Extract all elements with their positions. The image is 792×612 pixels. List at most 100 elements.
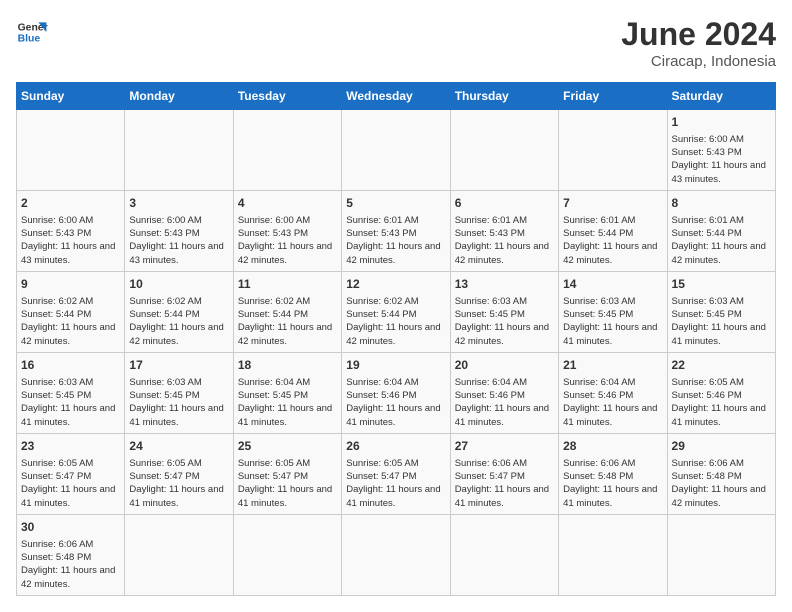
day-info: Sunrise: 6:04 AMSunset: 5:45 PMDaylight:… — [238, 376, 337, 429]
weekday-header: Tuesday — [233, 83, 341, 110]
day-info: Sunrise: 6:00 AMSunset: 5:43 PMDaylight:… — [21, 214, 120, 267]
day-number: 28 — [563, 438, 662, 455]
day-info: Sunrise: 6:05 AMSunset: 5:46 PMDaylight:… — [672, 376, 771, 429]
calendar-cell — [559, 110, 667, 191]
calendar-cell — [17, 110, 125, 191]
day-number: 14 — [563, 276, 662, 293]
day-info: Sunrise: 6:05 AMSunset: 5:47 PMDaylight:… — [238, 457, 337, 510]
calendar-week-row: 23 Sunrise: 6:05 AMSunset: 5:47 PMDayligh… — [17, 433, 776, 514]
day-number: 17 — [129, 357, 228, 374]
calendar-cell: 23 Sunrise: 6:05 AMSunset: 5:47 PMDayligh… — [17, 433, 125, 514]
calendar-cell: 5 Sunrise: 6:01 AMSunset: 5:43 PMDaylight… — [342, 190, 450, 271]
day-info: Sunrise: 6:02 AMSunset: 5:44 PMDaylight:… — [129, 295, 228, 348]
calendar-cell: 18 Sunrise: 6:04 AMSunset: 5:45 PMDayligh… — [233, 352, 341, 433]
day-number: 4 — [238, 195, 337, 212]
day-number: 9 — [21, 276, 120, 293]
calendar-cell — [125, 514, 233, 595]
calendar-cell: 4 Sunrise: 6:00 AMSunset: 5:43 PMDaylight… — [233, 190, 341, 271]
calendar-week-row: 30 Sunrise: 6:06 AMSunset: 5:48 PMDayligh… — [17, 514, 776, 595]
header: General Blue June 2024 Ciracap, Indonesi… — [16, 16, 776, 70]
day-number: 29 — [672, 438, 771, 455]
day-number: 20 — [455, 357, 554, 374]
day-number: 27 — [455, 438, 554, 455]
calendar-cell: 12 Sunrise: 6:02 AMSunset: 5:44 PMDayligh… — [342, 271, 450, 352]
calendar-cell: 30 Sunrise: 6:06 AMSunset: 5:48 PMDayligh… — [17, 514, 125, 595]
weekday-header: Sunday — [17, 83, 125, 110]
calendar-cell: 24 Sunrise: 6:05 AMSunset: 5:47 PMDayligh… — [125, 433, 233, 514]
calendar-cell: 6 Sunrise: 6:01 AMSunset: 5:43 PMDaylight… — [450, 190, 558, 271]
day-info: Sunrise: 6:03 AMSunset: 5:45 PMDaylight:… — [21, 376, 120, 429]
calendar: SundayMondayTuesdayWednesdayThursdayFrid… — [16, 82, 776, 596]
weekday-header: Monday — [125, 83, 233, 110]
calendar-cell: 11 Sunrise: 6:02 AMSunset: 5:44 PMDayligh… — [233, 271, 341, 352]
calendar-cell: 21 Sunrise: 6:04 AMSunset: 5:46 PMDayligh… — [559, 352, 667, 433]
day-number: 5 — [346, 195, 445, 212]
day-info: Sunrise: 6:03 AMSunset: 5:45 PMDaylight:… — [672, 295, 771, 348]
calendar-cell: 26Sunrise: 6:05 AMSunset: 5:47 PMDayligh… — [342, 433, 450, 514]
day-number: 23 — [21, 438, 120, 455]
calendar-week-row: 1 Sunrise: 6:00 AMSunset: 5:43 PMDaylight… — [17, 110, 776, 191]
calendar-cell: 16 Sunrise: 6:03 AMSunset: 5:45 PMDayligh… — [17, 352, 125, 433]
day-info: Sunrise: 6:06 AMSunset: 5:48 PMDaylight:… — [21, 538, 120, 591]
day-number: 26 — [346, 438, 445, 455]
calendar-cell: 2Sunrise: 6:00 AMSunset: 5:43 PMDaylight… — [17, 190, 125, 271]
calendar-cell — [667, 514, 775, 595]
day-info: Sunrise: 6:04 AMSunset: 5:46 PMDaylight:… — [563, 376, 662, 429]
calendar-week-row: 9 Sunrise: 6:02 AMSunset: 5:44 PMDaylight… — [17, 271, 776, 352]
day-info: Sunrise: 6:01 AMSunset: 5:43 PMDaylight:… — [455, 214, 554, 267]
day-info: Sunrise: 6:04 AMSunset: 5:46 PMDaylight:… — [346, 376, 445, 429]
calendar-cell: 27Sunrise: 6:06 AMSunset: 5:47 PMDayligh… — [450, 433, 558, 514]
day-number: 24 — [129, 438, 228, 455]
day-number: 1 — [672, 114, 771, 131]
calendar-cell — [342, 110, 450, 191]
day-info: Sunrise: 6:01 AMSunset: 5:44 PMDaylight:… — [672, 214, 771, 267]
day-info: Sunrise: 6:02 AMSunset: 5:44 PMDaylight:… — [346, 295, 445, 348]
calendar-cell: 28 Sunrise: 6:06 AMSunset: 5:48 PMDayligh… — [559, 433, 667, 514]
day-number: 13 — [455, 276, 554, 293]
day-number: 11 — [238, 276, 337, 293]
weekday-header: Saturday — [667, 83, 775, 110]
day-number: 3 — [129, 195, 228, 212]
calendar-cell — [125, 110, 233, 191]
calendar-cell: 22Sunrise: 6:05 AMSunset: 5:46 PMDayligh… — [667, 352, 775, 433]
calendar-cell — [233, 110, 341, 191]
day-number: 16 — [21, 357, 120, 374]
calendar-cell: 17Sunrise: 6:03 AMSunset: 5:45 PMDayligh… — [125, 352, 233, 433]
calendar-week-row: 16 Sunrise: 6:03 AMSunset: 5:45 PMDayligh… — [17, 352, 776, 433]
day-number: 15 — [672, 276, 771, 293]
calendar-cell: 13Sunrise: 6:03 AMSunset: 5:45 PMDayligh… — [450, 271, 558, 352]
calendar-cell: 19Sunrise: 6:04 AMSunset: 5:46 PMDayligh… — [342, 352, 450, 433]
calendar-cell: 9Sunrise: 6:02 AMSunset: 5:44 PMDaylight… — [17, 271, 125, 352]
weekday-header: Friday — [559, 83, 667, 110]
day-info: Sunrise: 6:02 AMSunset: 5:44 PMDaylight:… — [238, 295, 337, 348]
weekday-header: Thursday — [450, 83, 558, 110]
calendar-cell: 29 Sunrise: 6:06 AMSunset: 5:48 PMDayligh… — [667, 433, 775, 514]
calendar-cell — [342, 514, 450, 595]
svg-text:Blue: Blue — [18, 34, 41, 45]
day-info: Sunrise: 6:05 AMSunset: 5:47 PMDaylight:… — [129, 457, 228, 510]
day-number: 12 — [346, 276, 445, 293]
day-info: Sunrise: 6:00 AMSunset: 5:43 PMDaylight:… — [672, 133, 771, 186]
calendar-cell: 1 Sunrise: 6:00 AMSunset: 5:43 PMDaylight… — [667, 110, 775, 191]
location: Ciracap, Indonesia — [621, 53, 776, 70]
calendar-cell — [233, 514, 341, 595]
day-number: 18 — [238, 357, 337, 374]
day-info: Sunrise: 6:06 AMSunset: 5:48 PMDaylight:… — [563, 457, 662, 510]
calendar-cell: 7Sunrise: 6:01 AMSunset: 5:44 PMDaylight… — [559, 190, 667, 271]
calendar-cell — [559, 514, 667, 595]
day-info: Sunrise: 6:05 AMSunset: 5:47 PMDaylight:… — [21, 457, 120, 510]
day-number: 30 — [21, 519, 120, 536]
day-info: Sunrise: 6:01 AMSunset: 5:43 PMDaylight:… — [346, 214, 445, 267]
calendar-cell: 15 Sunrise: 6:03 AMSunset: 5:45 PMDayligh… — [667, 271, 775, 352]
day-number: 25 — [238, 438, 337, 455]
calendar-cell: 25 Sunrise: 6:05 AMSunset: 5:47 PMDayligh… — [233, 433, 341, 514]
day-number: 6 — [455, 195, 554, 212]
calendar-cell: 14Sunrise: 6:03 AMSunset: 5:45 PMDayligh… — [559, 271, 667, 352]
calendar-cell: 3Sunrise: 6:00 AMSunset: 5:43 PMDaylight… — [125, 190, 233, 271]
day-number: 21 — [563, 357, 662, 374]
calendar-cell: 8Sunrise: 6:01 AMSunset: 5:44 PMDaylight… — [667, 190, 775, 271]
day-info: Sunrise: 6:00 AMSunset: 5:43 PMDaylight:… — [238, 214, 337, 267]
day-info: Sunrise: 6:06 AMSunset: 5:48 PMDaylight:… — [672, 457, 771, 510]
day-number: 10 — [129, 276, 228, 293]
day-info: Sunrise: 6:01 AMSunset: 5:44 PMDaylight:… — [563, 214, 662, 267]
